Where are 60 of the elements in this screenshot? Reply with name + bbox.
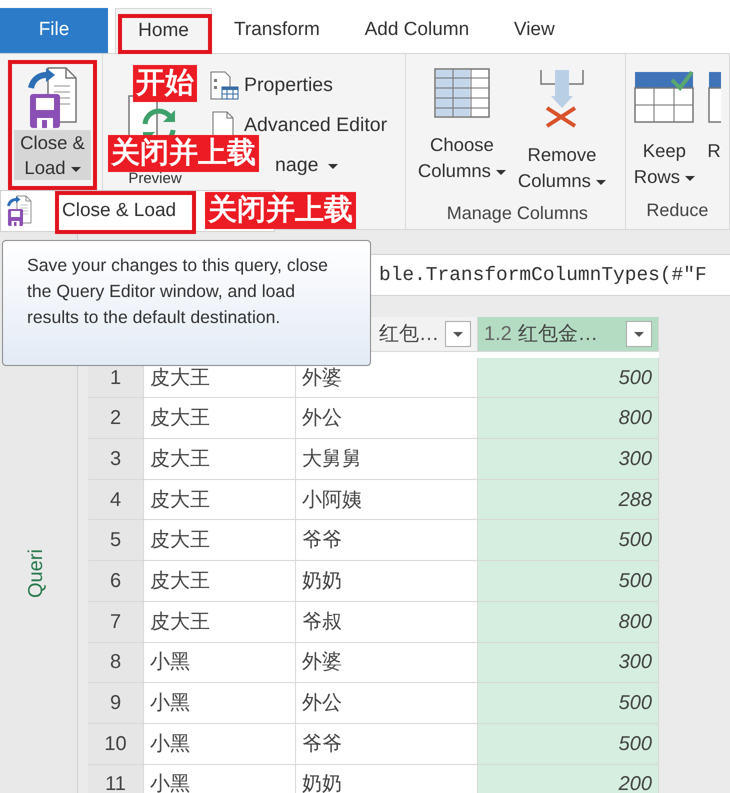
keep-rows-button[interactable]: Keep Rows: [632, 60, 697, 195]
annotation-label: 关闭并上载: [108, 135, 259, 172]
ribbon-button[interactable]: R: [705, 60, 723, 195]
table-cell: 300: [478, 439, 659, 480]
table-cell: 皮大王: [144, 520, 296, 562]
tab[interactable]: Add Column: [342, 8, 492, 53]
row-number: 7: [88, 602, 144, 642]
row-number: 5: [88, 520, 144, 562]
close-and-load-button[interactable]: Close & Load: [14, 66, 91, 184]
type-label: 1.2: [484, 322, 512, 347]
menu-item[interactable]: Close & Load: [62, 196, 176, 226]
row-number: 8: [88, 642, 144, 684]
choose-columns-icon: [434, 68, 490, 118]
properties-icon: [209, 71, 240, 101]
filter-dropdown-button[interactable]: [445, 321, 471, 347]
row-number: 11: [88, 764, 144, 793]
group-label: Reduce: [645, 199, 710, 222]
close-and-load-icon: [28, 66, 78, 130]
column-header[interactable]: 红包金…: [518, 319, 598, 349]
table-cell: 800: [478, 602, 659, 642]
tab[interactable]: File: [0, 8, 108, 53]
table-cell: 500: [478, 683, 659, 724]
table-cell: 小黑: [144, 724, 296, 765]
row-number: 3: [88, 439, 144, 480]
row-number: 10: [88, 724, 144, 765]
table-cell: 500: [478, 520, 659, 562]
tab[interactable]: Transform: [212, 8, 342, 53]
manage-button[interactable]: nage: [271, 148, 342, 184]
annotation-label: 关闭并上载: [205, 192, 356, 229]
choose-columns-button[interactable]: Choose Columns: [416, 60, 508, 198]
group-label: Manage Columns: [446, 202, 589, 225]
table-cell: 800: [478, 398, 659, 440]
properties-button[interactable]: Properties: [205, 68, 337, 104]
row-number: 4: [88, 480, 144, 520]
remove-columns-icon: [538, 68, 585, 128]
table-cell: 500: [478, 724, 659, 765]
table-cell: 500: [478, 358, 659, 398]
table-cell: 皮大王: [144, 602, 296, 642]
table-cell: 小黑: [144, 683, 296, 724]
queries-pane-label[interactable]: Queri: [21, 549, 51, 598]
table-cell: 300: [478, 642, 659, 684]
row-number: 9: [88, 683, 144, 724]
table-cell: 皮大王: [144, 398, 296, 440]
row-number: 6: [88, 561, 144, 602]
filter-dropdown-button[interactable]: [626, 321, 652, 347]
table-cell: 皮大王: [144, 480, 296, 520]
row-number: 2: [88, 398, 144, 440]
annotation-label: 开始: [133, 65, 197, 102]
table-cell: 288: [478, 480, 659, 520]
tab[interactable]: View: [492, 8, 577, 53]
table-cell: 皮大王: [144, 439, 296, 480]
table-cell: 皮大王: [144, 561, 296, 602]
keep-rows-icon: [634, 68, 694, 124]
tooltip: Save your changes to this query, close the Query Editor window, and load results to the default destination.: [2, 240, 371, 366]
close-and-load-icon: [7, 195, 32, 227]
table-cell: 小黑: [144, 764, 296, 793]
remove-columns-button[interactable]: Remove Columns: [516, 60, 608, 198]
table-cell: 小黑: [144, 642, 296, 684]
table-cell: 500: [478, 561, 659, 602]
table-cell: 200: [478, 764, 659, 793]
